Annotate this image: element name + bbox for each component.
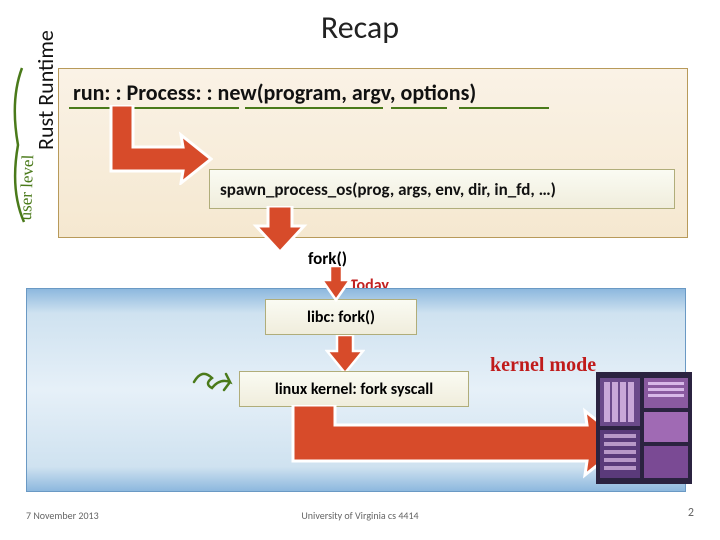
rust-runtime-label: Rust Runtime: [32, 30, 59, 150]
footer-page-number: 2: [688, 506, 694, 520]
slide-title: Recap: [0, 0, 720, 51]
chip-die-image: [596, 372, 692, 484]
rust-runtime-block: run: : Process: : new(program, argv, opt…: [58, 68, 688, 238]
underline-mark: [245, 105, 383, 109]
kernel-syscall-box: linux kernel: fork syscall: [239, 371, 469, 407]
underline-mark: [459, 105, 549, 109]
kernel-text: linux kernel: fork syscall: [275, 380, 433, 399]
spawn-call-text: spawn_process_os(prog, args, env, dir, i…: [220, 179, 556, 200]
kernel-mode-annotation: kernel mode: [490, 354, 596, 377]
footer-university: University of Virginia cs 4414: [0, 509, 720, 522]
swirl-arrow-icon: [190, 364, 238, 398]
libc-box: libc: fork(): [265, 299, 417, 335]
kernel-block: libc: fork() linux kernel: fork syscall: [26, 288, 686, 492]
api-call-text: run: : Process: : new(program, argv, opt…: [73, 79, 673, 106]
spawn-call-box: spawn_process_os(prog, args, env, dir, i…: [209, 169, 675, 209]
arrow-libc-to-kernel: [325, 335, 365, 375]
underline-mark: [391, 105, 447, 109]
arrow-kernel-to-chip: [287, 405, 627, 481]
user-level-text: user level: [16, 154, 38, 220]
arrow-api-to-spawn: [103, 105, 213, 185]
libc-text: libc: fork(): [307, 308, 375, 327]
arrow-fork-to-libc: [320, 266, 352, 302]
arrow-spawn-to-fork: [250, 206, 310, 254]
